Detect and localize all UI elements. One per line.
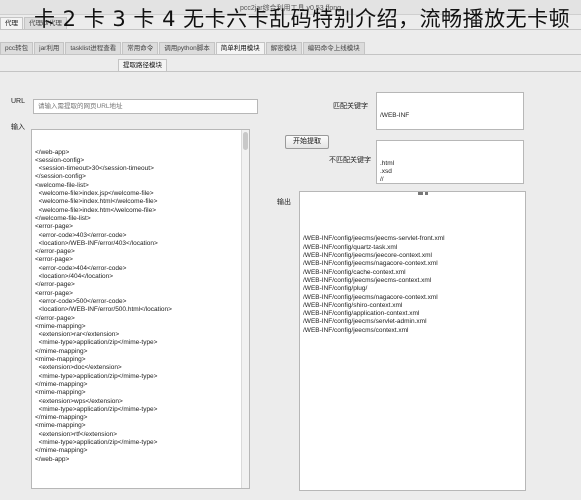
input-line: </error-page> — [35, 314, 75, 322]
input-line: <welcome-file>index.htm</welcome-file> — [35, 206, 157, 214]
input-line: </session-config> — [35, 173, 86, 181]
input-line: <location>/WEB-INF/error/500.html</locat… — [35, 306, 172, 314]
output-line: /WEB-INF/config/jeecms/nagacore-context.… — [303, 260, 438, 268]
input-line: </error-page> — [35, 281, 75, 289]
input-label: 输入 — [11, 124, 25, 131]
tab-module-5[interactable]: 简单利用模块 — [215, 42, 265, 54]
input-line: <extension>rar</extension> — [35, 331, 120, 339]
input-scrollbar-thumb[interactable] — [243, 132, 248, 150]
input-line: <mime-mapping> — [35, 322, 86, 330]
input-line: </mime-mapping> — [35, 414, 88, 422]
input-line: <error-page> — [35, 256, 73, 264]
output-line: /WEB-INF/config/quartz-task.xml — [303, 243, 398, 251]
tab-module-4[interactable]: 调用python脚本 — [159, 42, 215, 54]
output-marker — [420, 192, 423, 195]
input-line: <mime-mapping> — [35, 389, 86, 397]
input-line: </welcome-file-list> — [35, 214, 91, 222]
tab-module-0[interactable]: pcc转包 — [0, 42, 34, 54]
output-line: /WEB-INF/config/jeecms/jeecms-servlet-fr… — [303, 235, 445, 243]
exclude-keyword-lines: .html .xsd// — [380, 159, 520, 184]
input-line: <location>/404</location> — [35, 273, 114, 281]
input-line: </error-page> — [35, 248, 75, 256]
tab-row-modules: pcc转包 jar利用 tasklist进程查看 常用命令 调用python脚本 简单利用… — [0, 42, 366, 54]
input-line: <extension>doc</extension> — [35, 364, 122, 372]
input-lines: </web-app> <session-config> <session-time… — [35, 149, 246, 464]
tab-row-submodules: 提取路径模块 — [118, 59, 168, 71]
output-line: /WEB-INF/config/jeecms/jeecore-context.x… — [303, 252, 432, 260]
extract-button[interactable]: 开始提取 — [285, 135, 329, 149]
input-line: <error-page> — [35, 289, 73, 297]
input-line: <mime-mapping> — [35, 356, 86, 364]
tab-divider — [0, 54, 581, 55]
tab-divider — [0, 71, 581, 72]
tab-module-3[interactable]: 常用命令 — [122, 42, 159, 54]
tab-proxy-0[interactable]: 代理 — [0, 17, 23, 29]
input-line: <welcome-file>index.html</welcome-file> — [35, 198, 158, 206]
exclude-keyword-line: .xsd — [380, 167, 392, 175]
input-line: <mime-type>application/zip</mime-type> — [35, 405, 158, 413]
output-marker — [425, 192, 428, 195]
output-textarea[interactable]: /WEB-INF/config/jeecms/jeecms-servlet-fr… — [299, 191, 526, 491]
exclude-keyword-label: 不匹配关键字 — [329, 157, 371, 164]
input-line: <error-code>403</error-code> — [35, 231, 127, 239]
output-line: /WEB-INF/config/shiro-context.xml — [303, 301, 403, 309]
input-line: <extension>wps</extension> — [35, 397, 123, 405]
output-line: /WEB-INF/config/jeecms/nagacore-context.… — [303, 293, 438, 301]
input-line: <extension>rtf</extension> — [35, 430, 118, 438]
input-line: </web-app> — [35, 455, 70, 463]
output-line: /WEB-INF/config/plug/ — [303, 285, 368, 293]
input-line: <session-timeout>30</session-timeout> — [35, 165, 154, 173]
output-line: /WEB-INF/config/cache-context.xml — [303, 268, 406, 276]
input-line: <mime-type>application/zip</mime-type> — [35, 372, 158, 380]
url-label: URL — [11, 98, 26, 105]
output-lines: /WEB-INF/config/jeecms/jeecms-servlet-fr… — [303, 235, 522, 335]
match-keyword-value: /WEB-INF — [380, 111, 410, 119]
input-scrollbar[interactable] — [241, 130, 249, 488]
exclude-keyword-input[interactable]: .html .xsd// — [376, 140, 524, 184]
tab-module-7[interactable]: 编码命令上线模块 — [302, 42, 365, 54]
input-line: </mime-mapping> — [35, 380, 88, 388]
tab-module-1[interactable]: jar利用 — [34, 42, 65, 54]
overlay-caption: 卡 2 卡 3 卡 4 无卡六卡乱码特别介绍，流畅播放无卡顿 — [34, 7, 571, 31]
input-line: <session-config> — [35, 156, 85, 164]
output-line: /WEB-INF/config/jeecms/servlet-admin.xml — [303, 318, 427, 326]
input-line: <location>/WEB-INF/error/403</location> — [35, 239, 158, 247]
match-keyword-input[interactable]: /WEB-INF — [376, 92, 524, 130]
input-line: <mime-type>application/zip</mime-type> — [35, 438, 158, 446]
tab-module-6[interactable]: 解密模块 — [265, 42, 302, 54]
input-line: </mime-mapping> — [35, 447, 88, 455]
input-line: <welcome-file>index.jsp</welcome-file> — [35, 190, 154, 198]
input-textarea[interactable]: </web-app> <session-config> <session-time… — [31, 129, 250, 489]
exclude-keyword-line: // — [380, 176, 384, 184]
output-label: 输出 — [277, 199, 291, 206]
exclude-keyword-line: .html — [380, 159, 395, 167]
input-line: <error-page> — [35, 223, 73, 231]
input-line: <welcome-file-list> — [35, 181, 89, 189]
url-input[interactable] — [33, 99, 258, 114]
output-line: /WEB-INF/config/application-context.xml — [303, 310, 420, 318]
output-line: /WEB-INF/config/jeecms/context.xml — [303, 326, 409, 334]
input-line: <error-code>404</error-code> — [35, 264, 127, 272]
output-line: /WEB-INF/config/jeecms/jeecms-context.xm… — [303, 276, 432, 284]
input-line: <mime-type>application/zip</mime-type> — [35, 339, 158, 347]
match-keyword-label: 匹配关键字 — [333, 103, 368, 110]
input-line: <error-code>500</error-code> — [35, 297, 127, 305]
input-line: <mime-mapping> — [35, 422, 86, 430]
tab-module-2[interactable]: tasklist进程查看 — [65, 42, 122, 54]
input-line: </web-app> — [35, 148, 70, 156]
input-line: </mime-mapping> — [35, 347, 88, 355]
tab-extract-0[interactable]: 提取路径模块 — [118, 59, 167, 71]
